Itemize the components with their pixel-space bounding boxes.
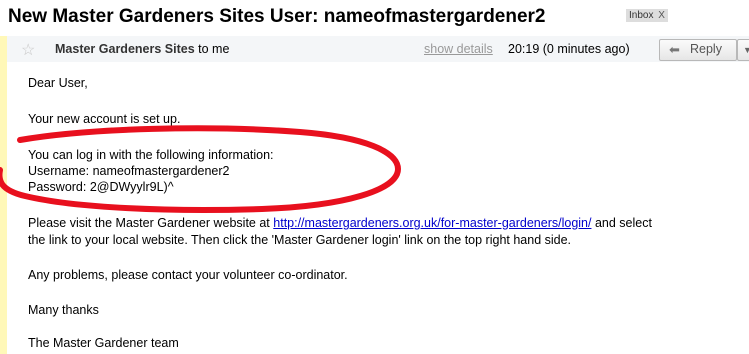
sender-line: Master Gardeners Sites to me — [55, 42, 229, 56]
visit-line: Please visit the Master Gardener website… — [28, 216, 652, 230]
message-time: 20:19 (0 minutes ago) — [508, 42, 630, 56]
star-icon[interactable]: ☆ — [21, 40, 35, 60]
greeting: Dear User, — [28, 76, 88, 90]
sender-name[interactable]: Master Gardeners Sites — [55, 42, 195, 56]
inbox-label-text: Inbox — [629, 10, 654, 21]
account-setup-line: Your new account is set up. — [28, 112, 181, 126]
problems-line: Any problems, please contact your volunt… — [28, 268, 348, 282]
message-left-strip — [0, 36, 7, 354]
visit-prefix: Please visit the Master Gardener website… — [28, 216, 270, 230]
username-line: Username: nameofmastergardener2 — [28, 164, 230, 178]
show-details-link[interactable]: show details — [424, 42, 493, 56]
password-line: Password: 2@DWyylr9L)^ — [28, 180, 174, 194]
remove-label-button[interactable]: X — [658, 10, 665, 21]
login-link[interactable]: http://mastergardeners.org.uk/for-master… — [273, 216, 591, 230]
login-intro: You can log in with the following inform… — [28, 148, 274, 162]
visit-line-2: the link to your local website. Then cli… — [28, 233, 572, 247]
reply-button[interactable]: ⬅ Reply — [659, 39, 737, 61]
more-options-dropdown-icon[interactable]: ▼ — [737, 39, 749, 61]
reply-arrow-icon: ⬅ — [669, 42, 680, 57]
reply-button-label: Reply — [690, 42, 722, 56]
visit-suffix: and select — [594, 216, 652, 230]
subject-bar: New Master Gardeners Sites User: nameofm… — [0, 0, 749, 32]
recipient: to me — [198, 42, 230, 56]
thanks-line: Many thanks — [28, 303, 99, 317]
email-subject: New Master Gardeners Sites User: nameofm… — [8, 6, 546, 27]
signature: The Master Gardener team — [28, 336, 179, 350]
inbox-label[interactable]: Inbox X — [626, 9, 668, 22]
message-header: ☆ Master Gardeners Sites to me show deta… — [7, 36, 749, 62]
